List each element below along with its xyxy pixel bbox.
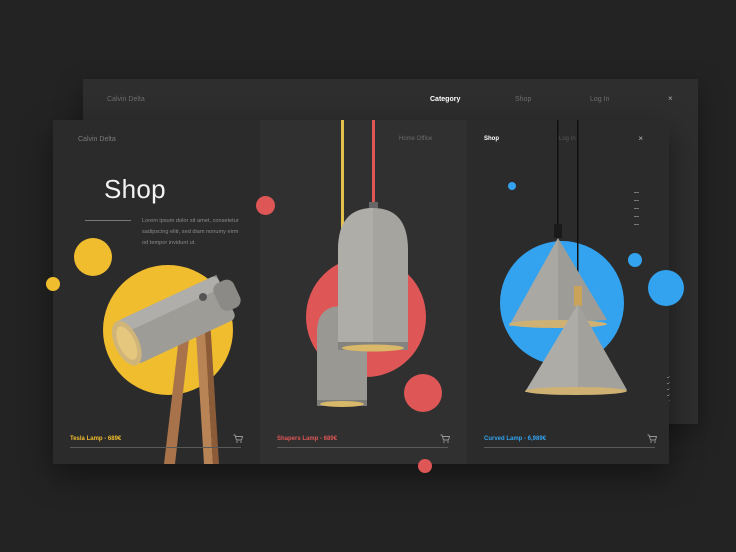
back-nav-shop[interactable]: Shop: [515, 96, 531, 103]
product-price[interactable]: Tesla Lamp - 689€: [70, 436, 121, 442]
price-divider: [277, 447, 448, 448]
decor-circle: [648, 270, 684, 306]
panel-shapers: Home Office Shapers Lamp - 689€: [260, 120, 467, 464]
back-nav-category[interactable]: Category: [430, 96, 460, 103]
cart-icon[interactable]: [440, 434, 450, 443]
back-brand: Calvin Delta: [107, 96, 145, 103]
tesla-lamp-image: [74, 238, 241, 464]
product-price[interactable]: Curved Lamp - 6,989€: [484, 436, 546, 442]
decor-circle: [46, 277, 60, 291]
back-nav-login[interactable]: Log In: [590, 96, 609, 103]
decor-circle: [418, 459, 432, 473]
decor-circle: [256, 196, 275, 215]
front-window: Calvin Delta Shop Lorem ipsum dolor sit …: [53, 120, 669, 464]
curved-lamp-image: [500, 120, 642, 395]
shapers-lamp-image: [306, 120, 442, 412]
price-divider: [70, 447, 241, 448]
price-divider: [484, 447, 655, 448]
back-close-icon[interactable]: ×: [668, 94, 673, 103]
panel-tesla: Calvin Delta Shop Lorem ipsum dolor sit …: [53, 120, 260, 464]
cart-icon[interactable]: [233, 434, 243, 443]
panel-curved: Shop Log In × Curved Lamp - 6,989€: [467, 120, 669, 464]
product-price[interactable]: Shapers Lamp - 689€: [277, 436, 337, 442]
cart-icon[interactable]: [647, 434, 657, 443]
